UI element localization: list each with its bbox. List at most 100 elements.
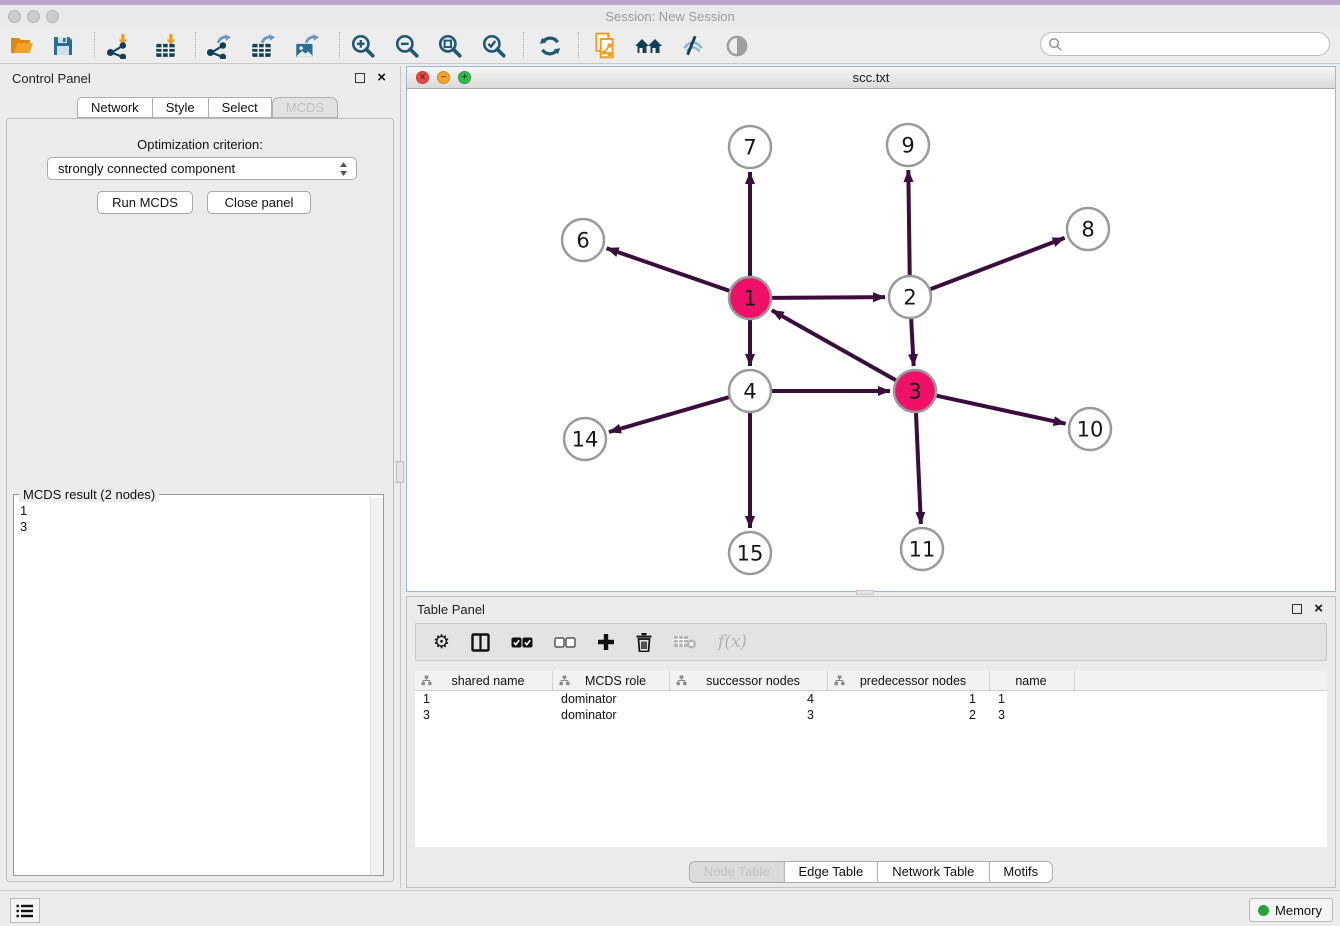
memory-button[interactable]: Memory <box>1249 898 1333 922</box>
show-panel-icon[interactable] <box>720 29 754 62</box>
tab-mcds[interactable]: MCDS <box>272 97 338 118</box>
dropdown-chevrons-icon <box>339 161 348 177</box>
columns-icon[interactable] <box>471 633 490 652</box>
network-window-titlebar[interactable]: × − + scc.txt <box>407 67 1335 89</box>
search-icon <box>1048 37 1063 52</box>
graph-edge-1-6[interactable] <box>607 248 730 291</box>
close-panel-button[interactable]: Close panel <box>207 191 311 214</box>
export-image-icon[interactable] <box>289 29 323 62</box>
criterion-dropdown[interactable]: strongly connected component <box>47 157 357 180</box>
graph-node-label: 2 <box>903 285 916 309</box>
table-row[interactable]: 1dominator411 <box>415 691 1327 707</box>
tab-network[interactable]: Network <box>77 97 153 118</box>
main-toolbar <box>0 28 1340 64</box>
network-close-button[interactable]: × <box>416 71 429 84</box>
sort-icon <box>676 675 687 686</box>
column-header-MCDS-role[interactable]: MCDS role <box>553 671 670 690</box>
toolbar-separator <box>195 32 196 58</box>
table-header-row: shared nameMCDS rolesuccessor nodesprede… <box>415 671 1327 691</box>
table-cell: 2 <box>828 707 990 723</box>
window-controls <box>8 10 59 23</box>
network-view-window: × − + scc.txt 7968124314101511 <box>406 66 1336 592</box>
column-header-shared-name[interactable]: shared name <box>415 671 553 690</box>
run-mcds-button[interactable]: Run MCDS <box>97 191 193 214</box>
table-toolbar: ⚙ f(x) <box>415 623 1327 661</box>
search-input[interactable] <box>1040 32 1330 56</box>
tab-motifs[interactable]: Motifs <box>989 862 1052 882</box>
export-network-icon[interactable] <box>201 29 235 62</box>
maximize-window-button[interactable] <box>46 10 59 23</box>
memory-status-icon <box>1258 905 1269 916</box>
table-cell: 1 <box>415 691 553 707</box>
table-cell: dominator <box>553 691 670 707</box>
zoom-out-icon[interactable] <box>390 29 424 62</box>
horizontal-splitter-handle[interactable] <box>856 590 874 595</box>
table-body: 1dominator4113dominator323 <box>415 691 1327 723</box>
graph-edge-3-11[interactable] <box>916 413 921 524</box>
graph-node-label: 14 <box>572 427 599 451</box>
toolbar-separator <box>523 32 524 58</box>
zoom-in-icon[interactable] <box>346 29 380 62</box>
zoom-selected-icon[interactable] <box>477 29 511 62</box>
column-header-name[interactable]: name <box>990 671 1075 690</box>
clone-network-icon[interactable] <box>588 29 622 62</box>
add-column-icon[interactable] <box>597 633 615 651</box>
delete-column-icon[interactable] <box>636 633 652 652</box>
tab-select[interactable]: Select <box>209 97 272 118</box>
open-session-icon[interactable] <box>5 29 39 62</box>
graph-edge-3-10[interactable] <box>936 396 1065 424</box>
minimize-window-button[interactable] <box>27 10 40 23</box>
export-table-icon[interactable] <box>245 29 279 62</box>
table-cell: 3 <box>990 707 1075 723</box>
import-network-icon[interactable] <box>101 29 135 62</box>
refresh-icon[interactable] <box>533 29 567 62</box>
graph-edge-2-3[interactable] <box>911 319 914 366</box>
graph-node-label: 15 <box>737 541 764 565</box>
graph-node-label: 7 <box>743 135 756 159</box>
sort-icon <box>834 675 845 686</box>
close-window-button[interactable] <box>8 10 21 23</box>
graph-node-label: 4 <box>743 379 756 403</box>
close-panel-icon[interactable]: × <box>377 73 386 83</box>
graph-edge-2-9[interactable] <box>908 170 909 275</box>
select-all-icon[interactable] <box>511 637 533 648</box>
float-table-panel-icon[interactable] <box>1292 604 1302 614</box>
float-panel-icon[interactable] <box>355 73 365 83</box>
app-title: Session: New Session <box>0 5 1340 28</box>
mcds-result-list[interactable]: 1 3 <box>14 499 370 875</box>
tab-edge-table[interactable]: Edge Table <box>784 862 878 882</box>
mcds-result-box: MCDS result (2 nodes) 1 3 <box>13 494 384 876</box>
tab-network-table[interactable]: Network Table <box>878 862 989 882</box>
table-cell: 1 <box>828 691 990 707</box>
graph-node-label: 11 <box>909 537 936 561</box>
tab-node-table[interactable]: Node Table <box>690 862 785 882</box>
graph-edge-4-14[interactable] <box>609 397 729 432</box>
home-icon[interactable] <box>632 29 666 62</box>
column-header-successor-nodes[interactable]: successor nodes <box>670 671 828 690</box>
node-table: shared nameMCDS rolesuccessor nodesprede… <box>415 671 1327 847</box>
graph-edge-3-1[interactable] <box>772 310 896 380</box>
gear-icon[interactable]: ⚙ <box>433 631 450 654</box>
graph-edge-1-2[interactable] <box>772 297 885 298</box>
graph-edge-2-8[interactable] <box>931 238 1065 289</box>
network-minimize-button[interactable]: − <box>437 71 450 84</box>
table-panel: Table Panel × ⚙ f(x) shared nameMCDS rol… <box>406 596 1336 888</box>
sort-icon <box>421 675 432 686</box>
hide-panel-icon[interactable] <box>676 29 710 62</box>
save-session-icon[interactable] <box>46 29 80 62</box>
column-header-predecessor-nodes[interactable]: predecessor nodes <box>828 671 990 690</box>
table-row[interactable]: 3dominator323 <box>415 707 1327 723</box>
close-table-panel-icon[interactable]: × <box>1314 604 1323 614</box>
result-scrollbar[interactable] <box>370 498 383 875</box>
network-maximize-button[interactable]: + <box>458 71 471 84</box>
import-table-icon[interactable] <box>149 29 183 62</box>
deselect-all-icon[interactable] <box>554 637 576 648</box>
vertical-splitter-handle[interactable] <box>396 461 404 483</box>
table-panel-title: Table Panel <box>407 602 1292 617</box>
toolbar-separator <box>339 32 340 58</box>
graph-canvas-svg[interactable]: 7968124314101511 <box>407 89 1335 591</box>
tab-style[interactable]: Style <box>153 97 209 118</box>
zoom-fit-icon[interactable] <box>433 29 467 62</box>
graph-node-label: 6 <box>576 228 589 252</box>
task-history-button[interactable] <box>10 898 40 923</box>
